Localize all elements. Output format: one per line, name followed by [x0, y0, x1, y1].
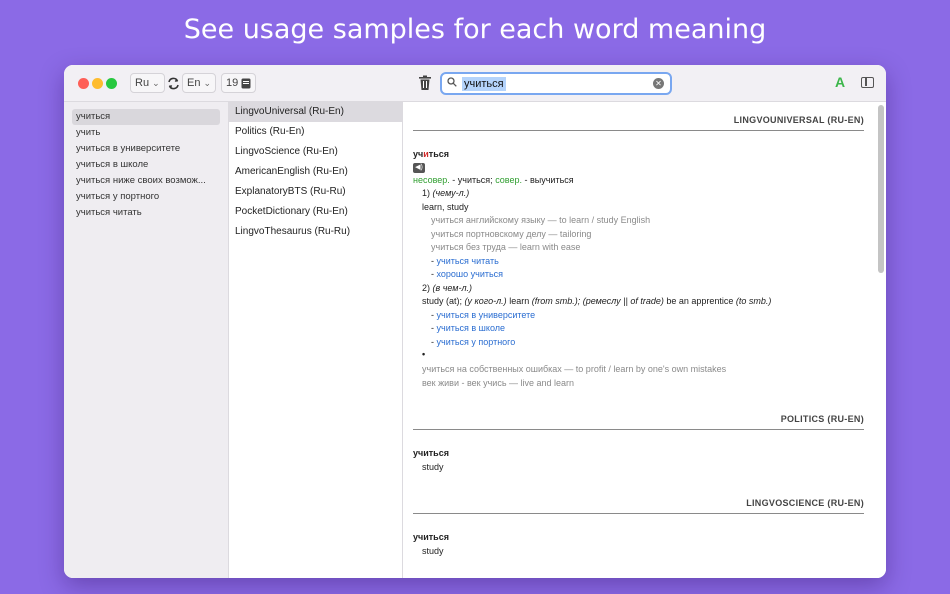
chevron-down-icon: ⌄: [152, 77, 160, 88]
scrollbar[interactable]: [878, 105, 884, 273]
trash-icon[interactable]: [418, 75, 432, 91]
headword: учиться: [413, 448, 449, 458]
related-link-item: - учиться читать: [431, 256, 499, 266]
dictionaries-list: LingvoUniversal (Ru-En) Politics (Ru-En)…: [229, 102, 403, 578]
swap-languages-button[interactable]: [163, 73, 184, 93]
meaning-1-translation: learn, study: [422, 202, 469, 212]
dictionary-item[interactable]: AmericanEnglish (Ru-En): [229, 162, 402, 182]
meaning-1-header: 1) (чему-л.): [422, 188, 470, 198]
suggestion-item[interactable]: учиться: [72, 109, 220, 125]
suggestion-item[interactable]: учиться в школе: [72, 157, 220, 173]
dictionary-item[interactable]: PocketDictionary (Ru-En): [229, 202, 402, 222]
search-field[interactable]: учиться ✕: [440, 72, 672, 95]
target-language-select[interactable]: En ⌄: [182, 73, 217, 93]
related-link[interactable]: учиться читать: [437, 256, 499, 266]
example: учиться без труда — learn with ease: [431, 242, 581, 252]
headword: учиться: [413, 532, 449, 542]
toolbar: Ru ⌄ En ⌄ 19 учиться ✕ A: [64, 65, 886, 102]
close-window-button[interactable]: [78, 78, 89, 89]
sidebar-toggle-icon[interactable]: [861, 77, 874, 88]
clear-search-icon[interactable]: ✕: [653, 78, 664, 89]
dictionary-item[interactable]: LingvoScience (Ru-En): [229, 142, 402, 162]
history-icon: [241, 78, 251, 88]
dictionary-item[interactable]: Politics (Ru-En): [229, 122, 402, 142]
idiom: век живи - век учись — live and learn: [422, 378, 575, 388]
related-link-item: - учиться в школе: [431, 323, 506, 333]
example: учиться портновскому делу — tailoring: [431, 229, 592, 239]
related-link-item: - учиться в университете: [431, 310, 536, 320]
source-language-label: Ru: [135, 77, 150, 89]
idioms-bullet: •: [422, 349, 426, 359]
suggestion-item[interactable]: учиться читать: [72, 205, 220, 221]
example: учиться английскому языку — to learn / s…: [431, 215, 651, 225]
speaker-icon[interactable]: ◀): [413, 163, 425, 173]
headline: See usage samples for each word meaning: [183, 14, 767, 45]
dictionary-item[interactable]: LingvoThesaurus (Ru-Ru): [229, 222, 402, 242]
chevron-down-icon: ⌄: [203, 77, 212, 88]
suggestion-item[interactable]: учиться в университете: [72, 141, 220, 157]
translation: study: [422, 462, 444, 472]
article-pane: LINGVOUNIVERSAL (RU-EN) учиться ◀) несов…: [404, 102, 886, 578]
swap-icon: [168, 77, 179, 89]
target-language-label: En: [187, 77, 201, 89]
search-input[interactable]: учиться: [462, 76, 506, 91]
section-header-lingvouniversal: LINGVOUNIVERSAL (RU-EN): [413, 115, 864, 131]
related-link-item: - учиться у портного: [431, 337, 516, 347]
app-window: Ru ⌄ En ⌄ 19 учиться ✕ A учиться учить у…: [64, 65, 886, 578]
history-button[interactable]: 19: [221, 73, 257, 93]
dictionary-item[interactable]: LingvoUniversal (Ru-En): [229, 102, 402, 122]
suggestion-item[interactable]: учиться у портного: [72, 189, 220, 205]
translation: study: [422, 546, 444, 556]
meaning-2-header: 2) (в чем-л.): [422, 283, 473, 293]
section-header-politics: POLITICS (RU-EN): [413, 414, 864, 430]
font-style-button[interactable]: A: [835, 74, 845, 90]
related-link[interactable]: учиться у портного: [437, 337, 516, 347]
aspect-line: несовер. - учиться; совер. - выучиться: [413, 175, 574, 185]
minimize-window-button[interactable]: [92, 78, 103, 89]
dictionary-item[interactable]: ExplanatoryBTS (Ru-Ru): [229, 182, 402, 202]
source-language-select[interactable]: Ru ⌄: [130, 73, 165, 93]
section-header-lingvoscience: LINGVOSCIENCE (RU-EN): [413, 498, 864, 514]
related-link-item: - хорошо учиться: [431, 269, 504, 279]
related-link[interactable]: учиться в школе: [437, 323, 506, 333]
meaning-2-translation: study (at); (у кого-л.) learn (from smb.…: [422, 296, 772, 306]
history-count: 19: [226, 77, 239, 89]
idiom: учиться на собственных ошибках — to prof…: [422, 364, 727, 374]
zoom-window-button[interactable]: [106, 78, 117, 89]
suggestions-list: учиться учить учиться в университете учи…: [64, 102, 229, 578]
related-link[interactable]: учиться в университете: [437, 310, 536, 320]
suggestion-item[interactable]: учиться ниже своих возмож...: [72, 173, 220, 189]
headword: учиться: [413, 149, 449, 159]
related-link[interactable]: хорошо учиться: [437, 269, 504, 279]
search-icon: [442, 77, 462, 90]
suggestion-item[interactable]: учить: [72, 125, 220, 141]
